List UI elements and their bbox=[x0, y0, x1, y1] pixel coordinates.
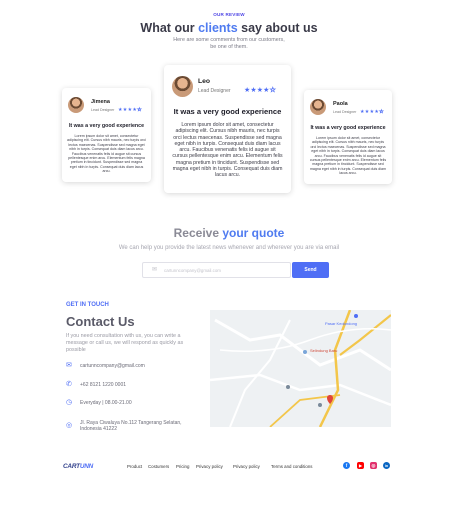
star-icon: ★★★★ bbox=[118, 107, 138, 113]
logo-part-b: UNN bbox=[79, 463, 94, 470]
review-quote: It was a very good experience bbox=[173, 107, 282, 116]
newsletter-title-accent: your quote bbox=[222, 226, 285, 240]
reviews-title-accent: clients bbox=[198, 21, 238, 35]
reviews-subtitle-line2: be one of them. bbox=[210, 44, 248, 50]
contact-address: Jl. Raya Ciwaluya No.112 Tangerang Selat… bbox=[80, 420, 182, 432]
review-quote: It was a very good experience bbox=[68, 123, 145, 129]
mail-icon: ✉ bbox=[152, 267, 158, 273]
avatar bbox=[68, 97, 84, 113]
footer-link-privacy-2[interactable]: Privacy policy bbox=[233, 464, 260, 469]
star-empty-icon: ☆ bbox=[379, 109, 384, 116]
map-embed[interactable]: Pasar Kedondong Selindung Baru bbox=[210, 310, 391, 427]
contact-hours: Everyday | 08.00-21.00 bbox=[80, 400, 132, 406]
facebook-icon[interactable]: f bbox=[343, 462, 350, 469]
review-body: Lorem ipsum dolor sit amet, consectetur … bbox=[309, 136, 387, 176]
youtube-icon[interactable]: ▶ bbox=[357, 462, 364, 469]
send-button[interactable]: Send bbox=[292, 262, 329, 278]
reviewer-name: Jimena bbox=[91, 99, 110, 105]
contact-subtitle: If you need consultation with us, you ca… bbox=[66, 333, 184, 353]
map-poi-icon bbox=[318, 403, 322, 407]
logo-part-a: CART bbox=[63, 463, 80, 470]
star-empty-icon: ☆ bbox=[137, 107, 142, 114]
avatar bbox=[172, 76, 193, 97]
star-empty-icon: ☆ bbox=[269, 87, 276, 95]
clock-icon: ◷ bbox=[66, 399, 73, 406]
rating-stars: ★★★★☆ bbox=[360, 109, 384, 116]
email-placeholder: cartunncompany@gmail.com bbox=[164, 268, 221, 273]
newsletter-title: Receive your quote bbox=[0, 226, 458, 240]
contact-phone: +62 8121 1220 0001 bbox=[80, 382, 127, 388]
review-card-leo: Leo Lead Designer ★★★★☆ It was a very go… bbox=[164, 65, 291, 193]
reviews-subtitle-line1: Here are some comments from our customer… bbox=[173, 37, 285, 43]
social-links: f ▶ ◎ in bbox=[343, 462, 391, 470]
reviews-title-end: say about us bbox=[237, 21, 318, 35]
contact-eyebrow: GET IN TOUCH bbox=[66, 302, 109, 308]
reviewer-name: Paola bbox=[333, 101, 348, 107]
email-input[interactable]: ✉ cartunncompany@gmail.com bbox=[142, 262, 291, 278]
reviewer-role: Lead Designer bbox=[91, 108, 115, 112]
map-poi-icon bbox=[354, 314, 358, 318]
rating-stars: ★★★★☆ bbox=[118, 107, 142, 114]
map-graphic[interactable]: Pasar Kedondong Selindung Baru bbox=[210, 310, 391, 427]
footer-logo[interactable]: CARTUNN bbox=[63, 463, 93, 470]
reviews-title-plain: What our bbox=[140, 21, 199, 35]
phone-icon: ✆ bbox=[66, 381, 72, 388]
star-icon: ★★★★ bbox=[244, 87, 270, 94]
review-card-paola: Paola Lead Designer ★★★★☆ It was a very … bbox=[304, 90, 392, 184]
footer-link-pricing[interactable]: Pricing bbox=[176, 464, 189, 469]
map-label-area2: Selindung Baru bbox=[310, 348, 337, 353]
reviews-eyebrow: OUR REVIEW bbox=[213, 12, 245, 17]
reviewer-name: Leo bbox=[198, 78, 211, 85]
map-poi-icon bbox=[303, 350, 307, 354]
rating-stars: ★★★★☆ bbox=[244, 86, 276, 95]
newsletter-title-plain: Receive bbox=[173, 226, 223, 240]
email-icon: ✉ bbox=[66, 362, 72, 369]
contact-email: cartunncompany@gmail.com bbox=[80, 363, 145, 369]
review-body: Lorem ipsum dolor sit amet, consectetur … bbox=[67, 134, 146, 174]
footer-link-privacy-1[interactable]: Privacy policy bbox=[196, 464, 223, 469]
reviews-title: What our clients say about us bbox=[0, 21, 458, 35]
review-card-jimena: Jimena Lead Designer ★★★★☆ It was a very… bbox=[62, 88, 151, 182]
footer-link-product[interactable]: Product bbox=[127, 464, 142, 469]
reviewer-role: Lead Designer bbox=[198, 88, 231, 94]
footer-link-terms[interactable]: Terms and conditions bbox=[271, 464, 313, 469]
contact-title: Contact Us bbox=[66, 314, 135, 329]
footer-link-costumers[interactable]: Costumers bbox=[148, 464, 169, 469]
reviewer-role: Lead Designer bbox=[333, 110, 357, 114]
instagram-icon[interactable]: ◎ bbox=[370, 462, 377, 469]
star-icon: ★★★★ bbox=[360, 109, 380, 115]
location-pin-icon: ◎ bbox=[66, 422, 73, 429]
footer-nav: Product Costumers Pricing Privacy policy… bbox=[127, 463, 327, 471]
avatar bbox=[310, 99, 326, 115]
review-body: Lorem ipsum dolor sit amet, consectetur … bbox=[172, 122, 283, 179]
newsletter-subtitle: We can help you provide the latest news … bbox=[118, 245, 340, 251]
map-label-area1: Pasar Kedondong bbox=[325, 321, 357, 326]
review-quote: It was a very good experience bbox=[310, 125, 386, 131]
reviews-subtitle: Here are some comments from our customer… bbox=[0, 37, 458, 51]
linkedin-icon[interactable]: in bbox=[383, 462, 390, 469]
map-poi-icon bbox=[286, 385, 290, 389]
